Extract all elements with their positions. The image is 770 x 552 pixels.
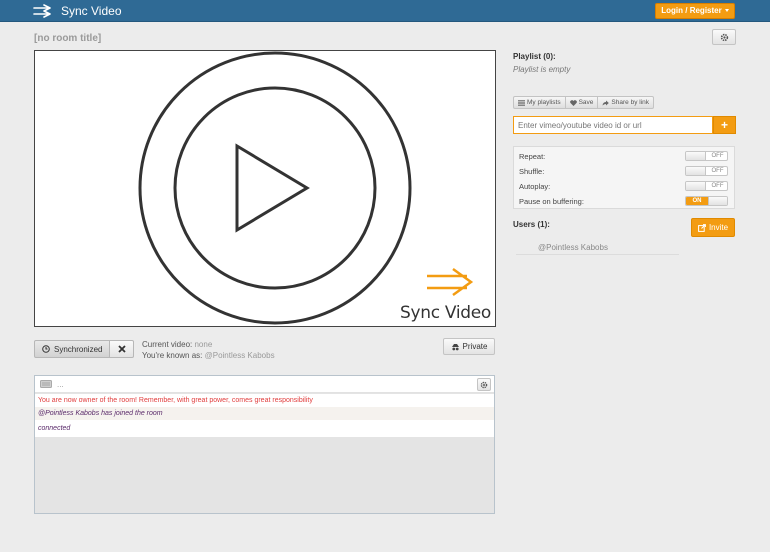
orange-arrow-logo-icon bbox=[427, 267, 474, 297]
toggle-state: ON bbox=[686, 197, 708, 205]
my-playlists-button[interactable]: My playlists bbox=[513, 96, 566, 109]
option-pause-on-buffering: Pause on buffering: ON bbox=[514, 194, 734, 209]
unsync-button[interactable] bbox=[110, 340, 135, 358]
gear-icon bbox=[480, 381, 488, 388]
double-arrow-logo-icon bbox=[33, 4, 51, 18]
option-label: Repeat: bbox=[519, 152, 546, 161]
chat-message-system: You are now owner of the room! Remember,… bbox=[35, 394, 494, 407]
invite-label: Invite bbox=[708, 223, 729, 232]
current-video-label: Current video: bbox=[142, 340, 193, 349]
toggle-knob bbox=[686, 152, 706, 160]
chat-input-bar[interactable]: ... bbox=[35, 376, 494, 393]
gear-icon bbox=[720, 33, 728, 41]
clock-icon bbox=[42, 345, 50, 353]
login-register-label: Login / Register bbox=[661, 6, 722, 15]
playback-options: Repeat: OFF Shuffle: OFF Autoplay: OFF P… bbox=[513, 146, 735, 209]
known-as-line: You're known as: @Pointless Kabobs bbox=[142, 350, 275, 361]
toggle-knob bbox=[686, 182, 706, 190]
room-title[interactable]: [no room title] bbox=[34, 33, 101, 44]
chat-message-connected: connected bbox=[35, 420, 494, 437]
add-video-button[interactable]: + bbox=[713, 116, 736, 134]
private-button[interactable]: Private bbox=[443, 338, 495, 355]
save-label: Save bbox=[578, 99, 594, 106]
heart-icon bbox=[569, 99, 577, 106]
video-player[interactable]: Sync Video bbox=[34, 50, 496, 327]
private-label: Private bbox=[462, 342, 488, 351]
playlist-empty-text: Playlist is empty bbox=[513, 65, 571, 74]
share-by-link-label: Share by link bbox=[611, 99, 649, 106]
top-navbar: Sync Video Login / Register bbox=[0, 0, 770, 22]
toggle-state: OFF bbox=[711, 153, 724, 159]
option-label: Autoplay: bbox=[519, 182, 551, 191]
user-list-item[interactable]: @Pointless Kabobs bbox=[516, 242, 679, 255]
pause-on-buffering-toggle[interactable]: ON bbox=[685, 196, 728, 206]
share-by-link-button[interactable]: Share by link bbox=[598, 96, 654, 109]
sync-controls: Synchronized bbox=[34, 340, 135, 358]
option-label: Shuffle: bbox=[519, 167, 545, 176]
chat-panel: ... You are now owner of the room! Remem… bbox=[34, 375, 495, 514]
room-settings-button[interactable] bbox=[712, 29, 736, 45]
toggle-knob bbox=[686, 167, 706, 175]
synchronized-button[interactable]: Synchronized bbox=[34, 340, 111, 358]
brand[interactable]: Sync Video bbox=[33, 3, 122, 19]
keyboard-icon bbox=[40, 380, 52, 388]
my-playlists-label: My playlists bbox=[527, 99, 561, 106]
repeat-toggle[interactable]: OFF bbox=[685, 151, 728, 161]
caret-down-icon bbox=[724, 9, 729, 13]
share-arrow-icon bbox=[602, 100, 610, 105]
invite-button[interactable]: Invite bbox=[691, 218, 735, 237]
brand-name: Sync Video bbox=[61, 4, 122, 18]
video-url-input[interactable] bbox=[513, 116, 713, 134]
known-as-value[interactable]: @Pointless Kabobs bbox=[205, 351, 275, 360]
current-video-value: none bbox=[194, 340, 213, 349]
playlist-title: Playlist (0): bbox=[513, 52, 556, 61]
login-register-button[interactable]: Login / Register bbox=[655, 3, 735, 19]
video-info: Current video: none You're known as: @Po… bbox=[142, 339, 275, 361]
users-title: Users (1): bbox=[513, 220, 550, 229]
synchronized-label: Synchronized bbox=[54, 344, 103, 354]
play-placeholder-graphic bbox=[138, 51, 474, 325]
option-autoplay: Autoplay: OFF bbox=[514, 179, 734, 194]
close-icon bbox=[118, 345, 126, 353]
known-as-label: You're known as: bbox=[142, 351, 203, 360]
chat-message-join: @Pointless Kabobs has joined the room bbox=[35, 407, 494, 420]
toggle-knob bbox=[708, 197, 727, 205]
shuffle-toggle[interactable]: OFF bbox=[685, 166, 728, 176]
playlist-actions: My playlists Save Share by link bbox=[513, 96, 654, 109]
toggle-state: OFF bbox=[711, 168, 724, 174]
current-video-line: Current video: none bbox=[142, 339, 275, 350]
save-playlist-button[interactable]: Save bbox=[565, 96, 599, 109]
option-label: Pause on buffering: bbox=[519, 197, 584, 206]
list-icon bbox=[518, 99, 525, 106]
toggle-state: OFF bbox=[711, 183, 724, 189]
autoplay-toggle[interactable]: OFF bbox=[685, 181, 728, 191]
incognito-icon bbox=[451, 343, 459, 350]
option-repeat: Repeat: OFF bbox=[514, 149, 734, 164]
chat-settings-button[interactable] bbox=[477, 378, 491, 391]
share-box-icon bbox=[698, 223, 706, 232]
player-watermark: Sync Video bbox=[400, 303, 492, 323]
chat-input[interactable]: ... bbox=[57, 380, 64, 389]
option-shuffle: Shuffle: OFF bbox=[514, 164, 734, 179]
